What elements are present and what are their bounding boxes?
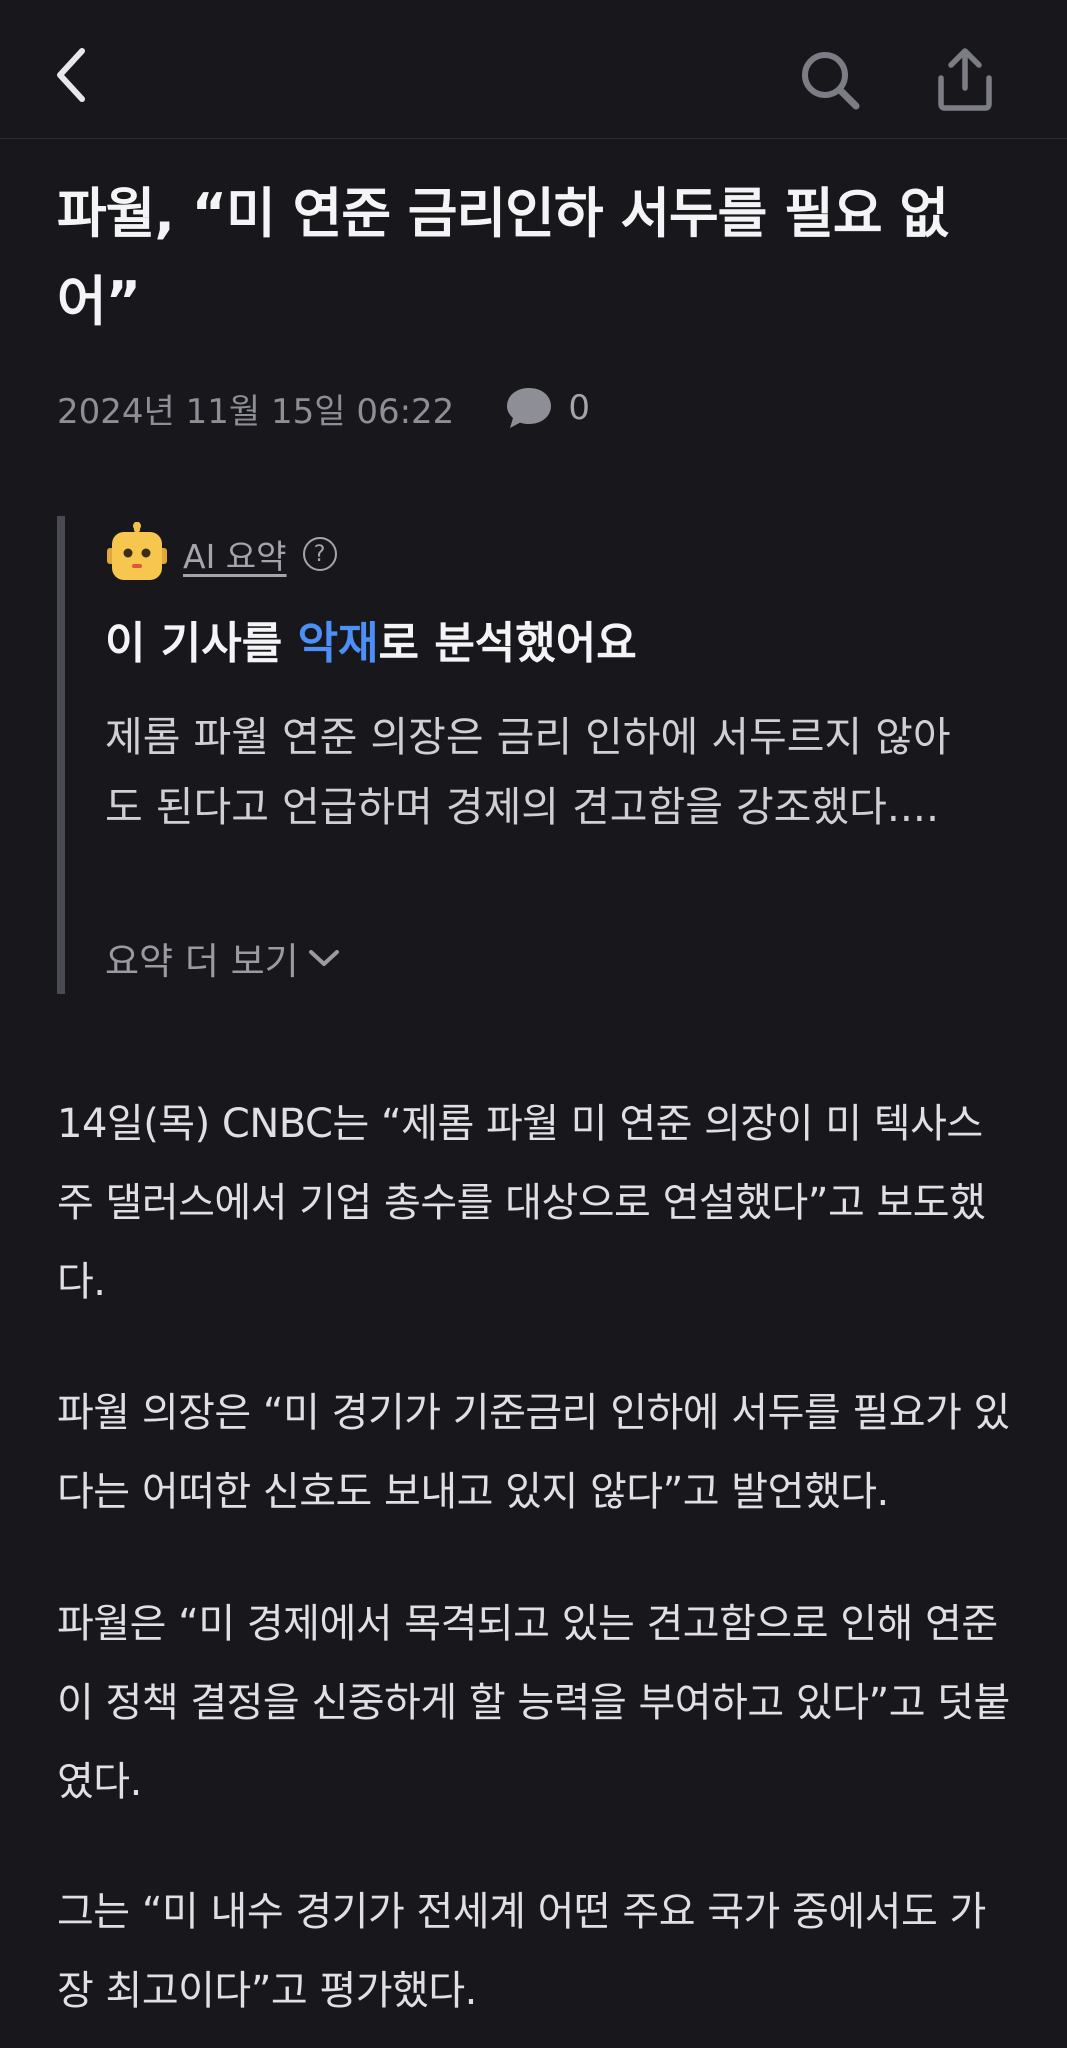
share-icon [938, 47, 992, 111]
top-navigation-bar [0, 0, 1067, 139]
ai-verdict-prefix: 이 기사를 [105, 618, 298, 669]
speech-bubble-icon [507, 388, 552, 428]
summary-more-label: 요약 더 보기 [105, 940, 299, 983]
help-icon[interactable]: ? [302, 537, 337, 571]
article-timestamp: 2024년 11월 15일 06:22 [57, 391, 455, 432]
share-button[interactable] [925, 36, 1005, 121]
search-button[interactable] [790, 40, 870, 120]
article-title: 파월, “미 연준 금리인하 서두를 필요 없어” [57, 182, 949, 333]
article-meta: 2024년 11월 15일 06:22 0 [57, 380, 590, 436]
article-paragraph: 그는 “미 내수 경기가 전세계 어떤 주요 국가 중에서도 가장 최고이다”고… [57, 1889, 986, 2014]
ai-verdict-suffix: 로 분석했어요 [378, 618, 637, 669]
ai-summary-label[interactable]: AI 요약 [183, 530, 287, 578]
robot-icon [107, 522, 167, 580]
ai-verdict-highlight: 악재 [297, 618, 379, 669]
summary-more-button[interactable]: 요약 더 보기 [105, 926, 341, 990]
ai-summary-header: AI 요약 ? [105, 522, 337, 586]
comment-count: 0 [568, 388, 590, 428]
article-paragraph: 파월 의장은 “미 경기가 기준금리 인하에 서두를 필요가 있다는 어떠한 신… [57, 1390, 1010, 1515]
chevron-left-icon [57, 48, 85, 102]
ai-summary-text: 제롬 파월 연준 의장은 금리 인하에 서두르지 않아도 된다고 언급하며 경제… [105, 713, 951, 831]
chevron-down-icon [308, 950, 339, 966]
article-paragraph: 파월은 “미 경제에서 목격되고 있는 견고함으로 인해 연준이 정책 결정을 … [57, 1601, 1010, 1805]
ai-summary-box: AI 요약 ? 이 기사를 악재로 분석했어요 제롬 파월 연준 의장은 금리 … [57, 516, 977, 994]
article-paragraph: 14일(목) CNBC는 “제롬 파월 미 연준 의장이 미 텍사스주 댈러스에… [57, 1101, 986, 1305]
search-icon [802, 52, 860, 110]
back-button[interactable] [40, 40, 100, 110]
ai-verdict: 이 기사를 악재로 분석했어요 [105, 596, 637, 692]
comment-button[interactable]: 0 [504, 385, 590, 431]
